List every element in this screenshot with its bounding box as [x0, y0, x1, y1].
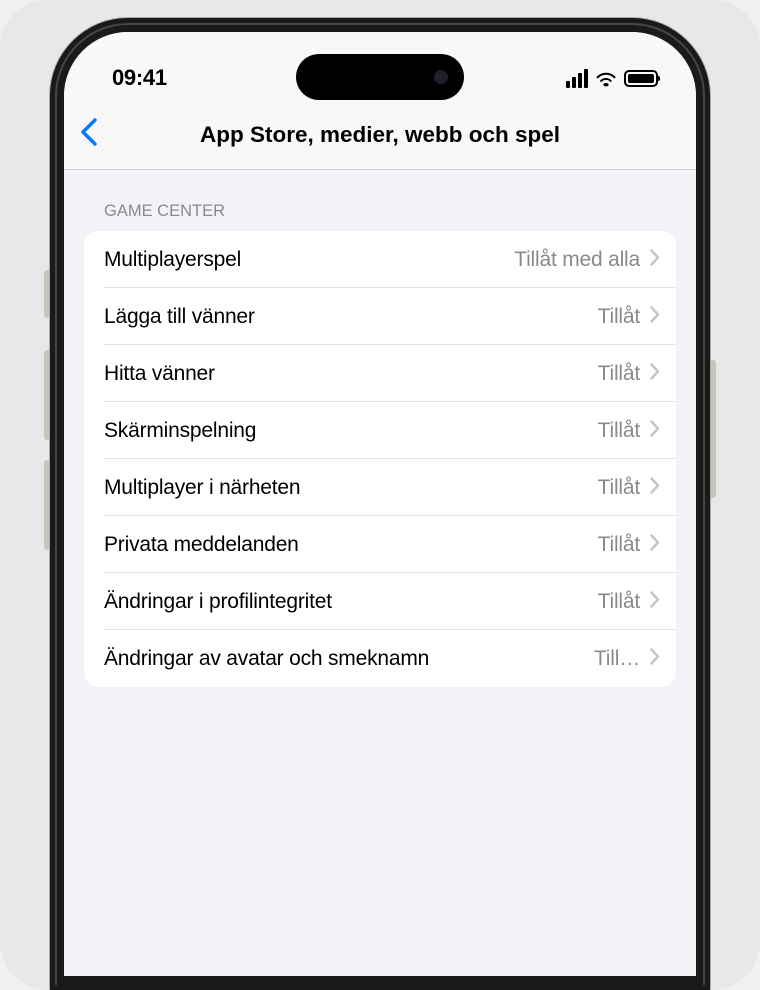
- navigation-bar: App Store, medier, webb och spel: [64, 100, 696, 170]
- cellular-signal-icon: [566, 69, 588, 88]
- row-value: Tillåt: [598, 419, 640, 443]
- status-time: 09:41: [112, 65, 167, 96]
- chevron-right-icon: [650, 420, 660, 442]
- power-button: [710, 360, 716, 498]
- chevron-right-icon: [650, 363, 660, 385]
- dynamic-island: [296, 54, 464, 100]
- row-private-messages[interactable]: Privata meddelanden Tillåt: [84, 516, 676, 573]
- row-label: Multiplayer i närheten: [104, 476, 598, 500]
- battery-icon: [624, 70, 658, 87]
- row-screen-recording[interactable]: Skärminspelning Tillåt: [84, 402, 676, 459]
- row-value: Tillåt: [598, 476, 640, 500]
- row-label: Hitta vänner: [104, 362, 598, 386]
- chevron-right-icon: [650, 591, 660, 613]
- row-value: Till…: [594, 647, 640, 671]
- status-icons: [566, 69, 658, 96]
- section-header-game-center: GAME CENTER: [84, 202, 676, 231]
- row-value: Tillåt: [598, 590, 640, 614]
- wifi-icon: [595, 71, 617, 87]
- row-add-friends[interactable]: Lägga till vänner Tillåt: [84, 288, 676, 345]
- chevron-right-icon: [650, 534, 660, 556]
- row-value: Tillåt: [598, 305, 640, 329]
- row-value: Tillåt: [598, 362, 640, 386]
- chevron-right-icon: [650, 477, 660, 499]
- phone-screen: 09:41 App Store, medier,: [64, 32, 696, 976]
- chevron-right-icon: [650, 306, 660, 328]
- row-label: Skärminspelning: [104, 419, 598, 443]
- row-label: Privata meddelanden: [104, 533, 598, 557]
- settings-group-game-center: Multiplayerspel Tillåt med alla Lägga ti…: [84, 231, 676, 687]
- row-label: Ändringar i profilintegritet: [104, 590, 598, 614]
- row-value: Tillåt: [598, 533, 640, 557]
- phone-frame: 09:41 App Store, medier,: [50, 18, 710, 990]
- row-multiplayer-games[interactable]: Multiplayerspel Tillåt med alla: [84, 231, 676, 288]
- row-avatar-nickname-changes[interactable]: Ändringar av avatar och smeknamn Till…: [84, 630, 676, 687]
- settings-content: GAME CENTER Multiplayerspel Tillåt med a…: [64, 170, 696, 687]
- chevron-right-icon: [650, 648, 660, 670]
- row-label: Lägga till vänner: [104, 305, 598, 329]
- row-label: Ändringar av avatar och smeknamn: [104, 647, 594, 671]
- row-profile-privacy-changes[interactable]: Ändringar i profilintegritet Tillåt: [84, 573, 676, 630]
- row-find-friends[interactable]: Hitta vänner Tillåt: [84, 345, 676, 402]
- row-nearby-multiplayer[interactable]: Multiplayer i närheten Tillåt: [84, 459, 676, 516]
- phone-mockup: 09:41 App Store, medier,: [0, 0, 760, 990]
- row-value: Tillåt med alla: [514, 248, 640, 272]
- page-title: App Store, medier, webb och spel: [200, 122, 560, 148]
- row-label: Multiplayerspel: [104, 248, 514, 272]
- chevron-right-icon: [650, 249, 660, 271]
- back-button[interactable]: [80, 118, 97, 151]
